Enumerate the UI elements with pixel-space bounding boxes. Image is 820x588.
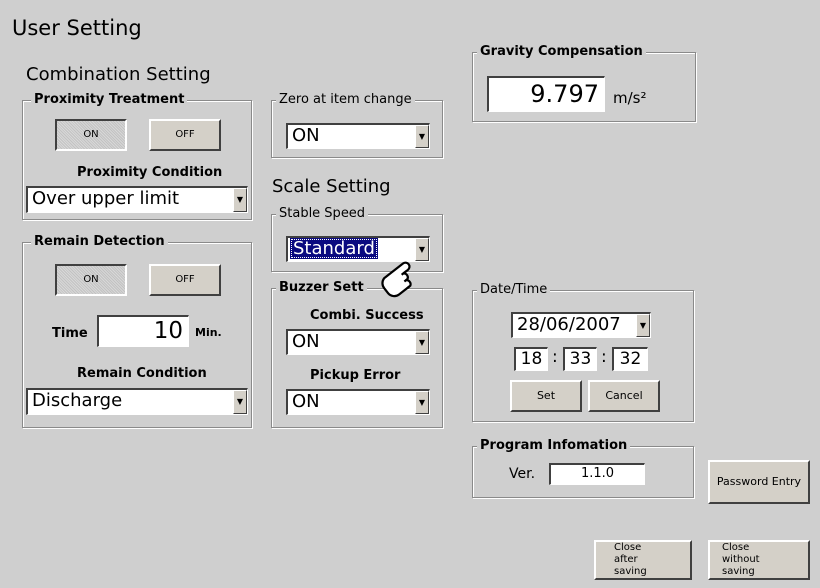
combi-success-label: Combi. Success [310, 308, 424, 323]
set-button[interactable]: Set [510, 380, 582, 412]
remain-on-button[interactable]: ON [55, 264, 127, 296]
chevron-down-icon: ▼ [415, 391, 429, 414]
zero-at-item-change-group: Zero at item change ON ▼ [271, 91, 443, 158]
time-unit: Min. [195, 326, 222, 339]
buzzer-setting-title: Buzzer Sett [276, 279, 367, 297]
proximity-treatment-group: Proximity Treatment ON OFF Proximity Con… [22, 91, 252, 220]
second-input[interactable]: 32 [612, 347, 648, 371]
combination-heading: Combination Setting [26, 64, 211, 85]
chevron-down-icon: ▼ [636, 314, 650, 337]
datetime-group: Date/Time 28/06/2007 ▼ 18 : 33 : 32 Set … [472, 281, 694, 422]
stable-speed-value: Standard [290, 238, 378, 259]
version-label: Ver. [509, 466, 536, 482]
chevron-down-icon: ▼ [415, 331, 429, 354]
time-separator: : [601, 347, 607, 367]
proximity-off-button[interactable]: OFF [149, 119, 221, 151]
gravity-compensation-title: Gravity Compensation [477, 43, 646, 61]
time-label: Time [52, 326, 88, 341]
pickup-error-label: Pickup Error [310, 368, 401, 383]
proximity-condition-value: Over upper limit [32, 188, 180, 209]
minute-input[interactable]: 33 [563, 347, 597, 371]
remain-condition-select[interactable]: Discharge ▼ [26, 388, 248, 415]
date-value: 28/06/2007 [517, 314, 621, 335]
time-separator: : [552, 347, 558, 367]
proximity-condition-label: Proximity Condition [77, 165, 223, 180]
close-after-saving-button[interactable]: Close after saving [594, 540, 692, 580]
pickup-error-select[interactable]: ON ▼ [286, 389, 430, 415]
close-without-saving-button[interactable]: Close without saving [708, 540, 810, 580]
gravity-unit: m/s² [613, 89, 647, 107]
pointing-hand-icon [370, 244, 428, 302]
remain-off-button[interactable]: OFF [149, 264, 221, 296]
zero-at-item-change-value: ON [292, 125, 320, 146]
combi-success-select[interactable]: ON ▼ [286, 329, 430, 355]
scale-heading: Scale Setting [272, 176, 391, 197]
stable-speed-title: Stable Speed [276, 205, 369, 223]
chevron-down-icon: ▼ [233, 188, 247, 212]
time-input[interactable]: 10 [97, 315, 189, 347]
proximity-treatment-title: Proximity Treatment [31, 91, 188, 109]
chevron-down-icon: ▼ [233, 390, 247, 414]
remain-detection-group: Remain Detection ON OFF Time 10 Min. Rem… [22, 233, 252, 428]
program-info-title: Program Infomation [477, 437, 631, 455]
remain-condition-value: Discharge [32, 390, 123, 411]
proximity-condition-select[interactable]: Over upper limit ▼ [26, 186, 248, 213]
proximity-on-button[interactable]: ON [55, 119, 127, 151]
chevron-down-icon: ▼ [415, 125, 429, 148]
zero-at-item-change-title: Zero at item change [276, 91, 415, 109]
combi-success-value: ON [292, 331, 320, 352]
datetime-title: Date/Time [477, 281, 551, 299]
version-field: 1.1.0 [549, 463, 645, 485]
remain-condition-label: Remain Condition [77, 366, 207, 381]
buzzer-setting-group: Buzzer Sett Combi. Success ON ▼ Pickup E… [271, 279, 443, 428]
program-info-group: Program Infomation Ver. 1.1.0 [472, 437, 694, 498]
window-title: User Setting [12, 16, 142, 40]
hour-input[interactable]: 18 [514, 347, 548, 371]
gravity-input[interactable]: 9.797 [487, 76, 605, 112]
gravity-compensation-group: Gravity Compensation 9.797 m/s² [472, 43, 696, 122]
zero-at-item-change-select[interactable]: ON ▼ [286, 123, 430, 149]
remain-detection-title: Remain Detection [31, 233, 168, 251]
cancel-button[interactable]: Cancel [588, 380, 660, 412]
date-select[interactable]: 28/06/2007 ▼ [511, 312, 651, 338]
pickup-error-value: ON [292, 391, 320, 412]
password-entry-button[interactable]: Password Entry [708, 460, 810, 504]
